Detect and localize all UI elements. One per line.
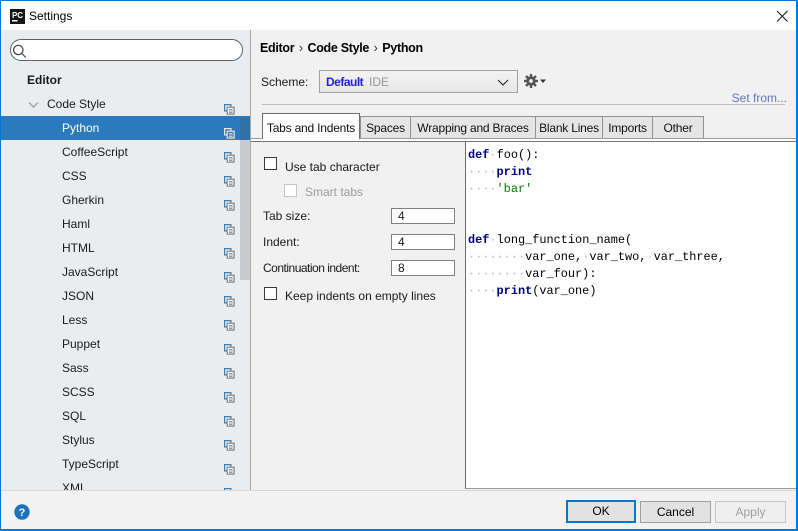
svg-text:PC: PC — [12, 11, 23, 20]
svg-text:?: ? — [19, 507, 26, 519]
